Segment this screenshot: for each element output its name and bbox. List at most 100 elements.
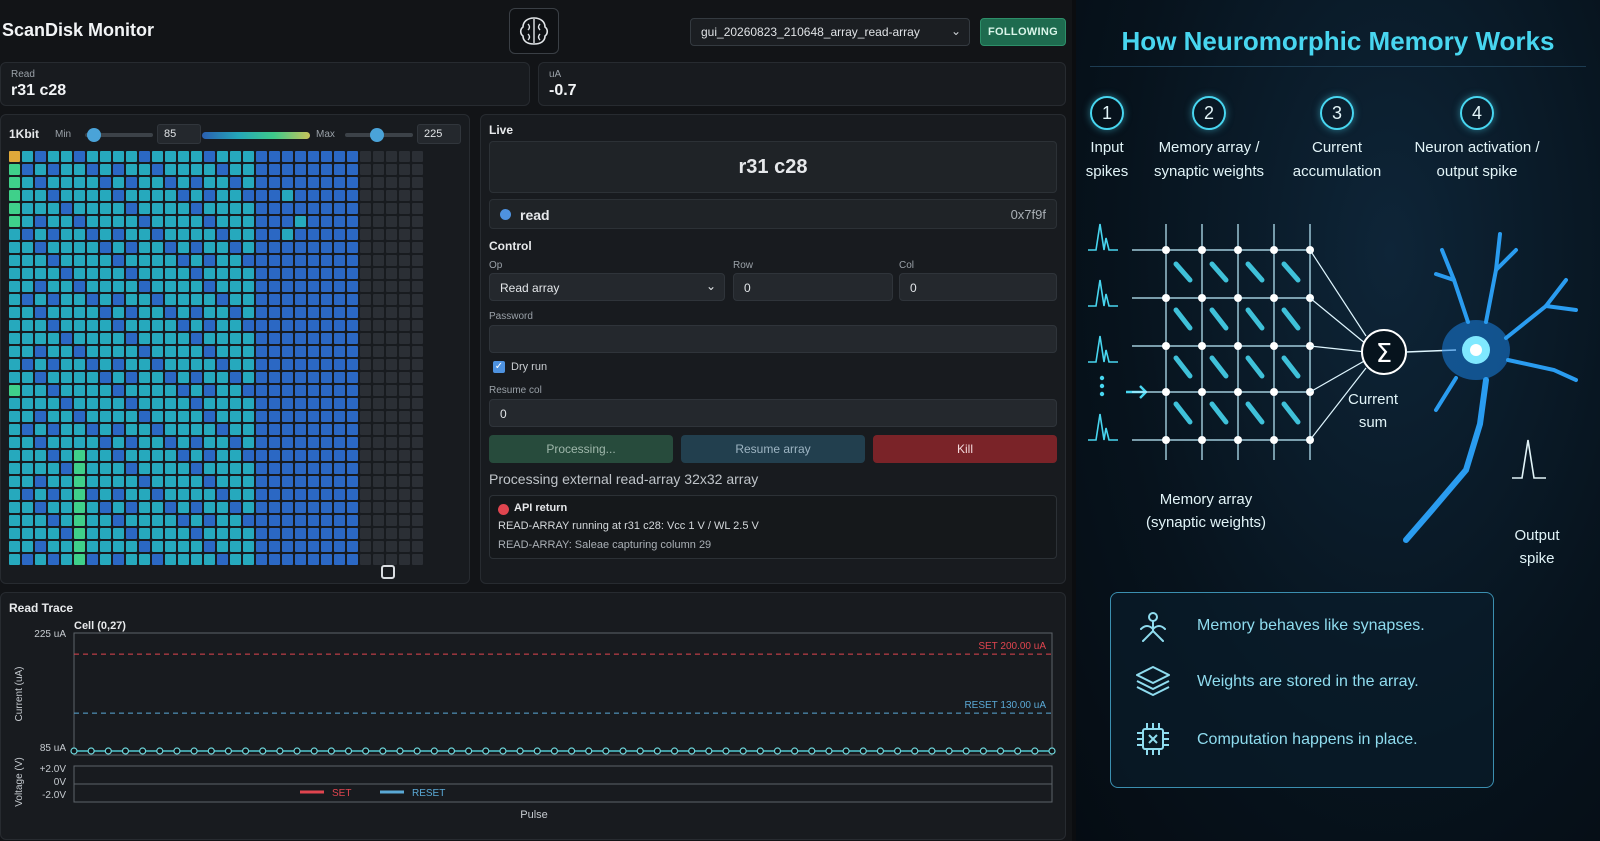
- array-cell[interactable]: [178, 437, 189, 448]
- array-cell[interactable]: [386, 151, 397, 162]
- array-cell[interactable]: [126, 359, 137, 370]
- array-cell[interactable]: [256, 320, 267, 331]
- array-cell[interactable]: [139, 398, 150, 409]
- array-cell[interactable]: [22, 450, 33, 461]
- array-cell[interactable]: [321, 164, 332, 175]
- array-cell[interactable]: [334, 164, 345, 175]
- array-cell[interactable]: [412, 528, 423, 539]
- array-cell[interactable]: [126, 333, 137, 344]
- array-cell[interactable]: [61, 411, 72, 422]
- array-cell[interactable]: [204, 346, 215, 357]
- array-cell[interactable]: [113, 216, 124, 227]
- array-cell[interactable]: [386, 489, 397, 500]
- array-cell[interactable]: [321, 281, 332, 292]
- array-cell[interactable]: [204, 229, 215, 240]
- array-cell[interactable]: [386, 307, 397, 318]
- array-cell[interactable]: [48, 229, 59, 240]
- array-cell[interactable]: [191, 307, 202, 318]
- array-cell[interactable]: [126, 164, 137, 175]
- array-cell[interactable]: [282, 268, 293, 279]
- array-cell[interactable]: [139, 541, 150, 552]
- array-cell[interactable]: [334, 190, 345, 201]
- array-cell[interactable]: [139, 489, 150, 500]
- array-cell[interactable]: [191, 320, 202, 331]
- array-cell[interactable]: [360, 398, 371, 409]
- array-cell[interactable]: [61, 242, 72, 253]
- array-cell[interactable]: [9, 229, 20, 240]
- array-cell[interactable]: [100, 411, 111, 422]
- array-cell[interactable]: [412, 515, 423, 526]
- array-cell[interactable]: [22, 203, 33, 214]
- array-cell[interactable]: [321, 255, 332, 266]
- resume-array-button[interactable]: Resume array: [681, 435, 865, 463]
- array-cell[interactable]: [308, 333, 319, 344]
- array-cell[interactable]: [74, 476, 85, 487]
- array-cell[interactable]: [321, 489, 332, 500]
- array-cell[interactable]: [165, 385, 176, 396]
- array-cell[interactable]: [191, 151, 202, 162]
- array-cell[interactable]: [61, 307, 72, 318]
- min-slider-handle[interactable]: [87, 128, 101, 142]
- array-cell[interactable]: [399, 229, 410, 240]
- array-cell[interactable]: [321, 294, 332, 305]
- array-cell[interactable]: [386, 450, 397, 461]
- array-cell[interactable]: [256, 372, 267, 383]
- array-cell[interactable]: [178, 320, 189, 331]
- array-cell[interactable]: [9, 307, 20, 318]
- array-cell[interactable]: [48, 255, 59, 266]
- array-cell[interactable]: [334, 411, 345, 422]
- array-cell[interactable]: [100, 424, 111, 435]
- array-cell[interactable]: [100, 242, 111, 253]
- array-cell[interactable]: [412, 268, 423, 279]
- array-cell[interactable]: [178, 476, 189, 487]
- array-cell[interactable]: [282, 333, 293, 344]
- array-cell[interactable]: [87, 541, 98, 552]
- array-cell[interactable]: [191, 294, 202, 305]
- array-cell[interactable]: [256, 541, 267, 552]
- array-cell[interactable]: [230, 515, 241, 526]
- array-cell[interactable]: [9, 411, 20, 422]
- array-cell[interactable]: [152, 281, 163, 292]
- array-cell[interactable]: [178, 424, 189, 435]
- array-cell[interactable]: [282, 281, 293, 292]
- array-cell[interactable]: [191, 528, 202, 539]
- array-cell[interactable]: [295, 476, 306, 487]
- array-cell[interactable]: [165, 203, 176, 214]
- array-cell[interactable]: [230, 385, 241, 396]
- array-cell[interactable]: [48, 541, 59, 552]
- array-cell[interactable]: [256, 229, 267, 240]
- array-cell[interactable]: [230, 203, 241, 214]
- array-cell[interactable]: [48, 398, 59, 409]
- array-cell[interactable]: [347, 554, 358, 565]
- array-cell[interactable]: [347, 190, 358, 201]
- array-cell[interactable]: [386, 541, 397, 552]
- array-cell[interactable]: [347, 242, 358, 253]
- array-cell[interactable]: [139, 164, 150, 175]
- array-cell[interactable]: [256, 450, 267, 461]
- array-cell[interactable]: [178, 502, 189, 513]
- array-cell[interactable]: [334, 372, 345, 383]
- array-cell[interactable]: [386, 190, 397, 201]
- array-cell[interactable]: [373, 541, 384, 552]
- array-cell[interactable]: [321, 242, 332, 253]
- array-cell[interactable]: [282, 320, 293, 331]
- array-cell[interactable]: [373, 164, 384, 175]
- array-cell[interactable]: [35, 294, 46, 305]
- array-cell[interactable]: [22, 437, 33, 448]
- array-cell[interactable]: [282, 372, 293, 383]
- array-cell[interactable]: [399, 372, 410, 383]
- array-cell[interactable]: [256, 489, 267, 500]
- array-cell[interactable]: [165, 190, 176, 201]
- array-cell[interactable]: [360, 333, 371, 344]
- array-cell[interactable]: [126, 242, 137, 253]
- array-cell[interactable]: [360, 385, 371, 396]
- array-cell[interactable]: [48, 515, 59, 526]
- array-cell[interactable]: [373, 411, 384, 422]
- array-cell[interactable]: [100, 372, 111, 383]
- array-cell[interactable]: [269, 515, 280, 526]
- array-cell[interactable]: [165, 177, 176, 188]
- array-cell[interactable]: [191, 242, 202, 253]
- array-cell[interactable]: [126, 528, 137, 539]
- array-cell[interactable]: [22, 372, 33, 383]
- array-cell[interactable]: [204, 281, 215, 292]
